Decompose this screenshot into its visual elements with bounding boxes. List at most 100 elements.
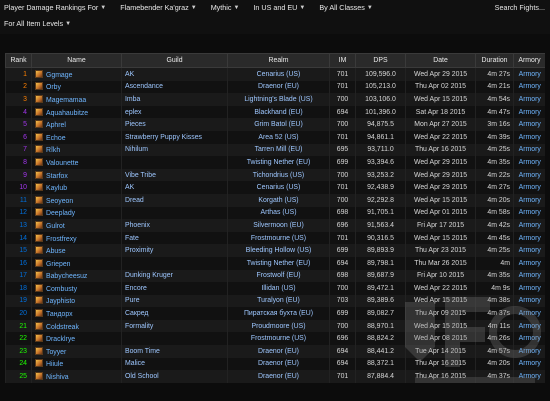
guild-link[interactable]: Proximity — [125, 247, 153, 254]
player-name-link[interactable]: Ggmage — [46, 72, 72, 79]
guild-link[interactable]: Сакред — [125, 310, 148, 317]
realm-link[interactable]: Frostmourne (US) — [251, 235, 306, 242]
header-im[interactable]: IM — [329, 53, 356, 68]
realm-link[interactable]: Frostmourne (US) — [251, 335, 306, 342]
armory-link[interactable]: Armory — [519, 272, 541, 279]
armory-link[interactable]: Armory — [519, 121, 541, 128]
realm-link[interactable]: Draenor (EU) — [258, 373, 299, 380]
player-name-link[interactable]: Rîkh — [46, 147, 60, 154]
realm-link[interactable]: Draenor (EU) — [258, 360, 299, 367]
header-duration[interactable]: Duration — [475, 53, 514, 68]
armory-link[interactable]: Armory — [519, 159, 541, 166]
header-name[interactable]: Name — [31, 53, 122, 68]
player-name-link[interactable]: Aphrel — [46, 122, 66, 129]
armory-link[interactable]: Armory — [519, 109, 541, 116]
filter-item-levels[interactable]: For All Item Levels ▼ — [4, 19, 71, 28]
player-name-link[interactable]: Aquahaubitze — [46, 110, 88, 117]
realm-link[interactable]: Lightning's Blade (US) — [244, 96, 312, 103]
guild-link[interactable]: AK — [125, 184, 134, 191]
realm-link[interactable]: Blackhand (EU) — [254, 109, 302, 116]
realm-link[interactable]: Draenor (EU) — [258, 83, 299, 90]
header-guild[interactable]: Guild — [121, 53, 228, 68]
player-name-link[interactable]: Griepen — [46, 261, 71, 268]
realm-link[interactable]: Cenarius (US) — [257, 184, 301, 191]
player-name-link[interactable]: Orby — [46, 84, 61, 91]
realm-link[interactable]: Twisting Nether (EU) — [247, 159, 311, 166]
guild-link[interactable]: Old School — [125, 373, 159, 380]
armory-link[interactable]: Armory — [519, 335, 541, 342]
realm-link[interactable]: Draenor (EU) — [258, 348, 299, 355]
armory-link[interactable]: Armory — [519, 285, 541, 292]
guild-link[interactable]: Nihilum — [125, 146, 148, 153]
guild-link[interactable]: Formality — [125, 323, 153, 330]
player-name-link[interactable]: Seoyeon — [46, 198, 73, 205]
filter-region[interactable]: In US and EU ▼ — [253, 3, 305, 12]
player-name-link[interactable]: Coldstreak — [46, 324, 79, 331]
guild-link[interactable]: Boom Time — [125, 348, 160, 355]
guild-link[interactable]: Imba — [125, 96, 140, 103]
realm-link[interactable]: Frostwolf (EU) — [256, 272, 300, 279]
realm-link[interactable]: Korgath (US) — [258, 197, 298, 204]
realm-link[interactable]: Arthas (US) — [261, 209, 297, 216]
realm-link[interactable]: Пиратская бухта (EU) — [244, 310, 313, 317]
guild-link[interactable]: Ascendance — [125, 83, 163, 90]
header-rank[interactable]: Rank — [5, 53, 32, 68]
armory-link[interactable]: Armory — [519, 297, 541, 304]
player-name-link[interactable]: Abuse — [46, 248, 66, 255]
armory-link[interactable]: Armory — [519, 260, 541, 267]
guild-link[interactable]: Fate — [125, 235, 139, 242]
guild-link[interactable]: Vibe Tribe — [125, 172, 156, 179]
armory-link[interactable]: Armory — [519, 96, 541, 103]
realm-link[interactable]: Silvermoon (EU) — [253, 222, 304, 229]
armory-link[interactable]: Armory — [519, 247, 541, 254]
guild-link[interactable]: Phoenix — [125, 222, 150, 229]
search-fights-link[interactable]: Search Fights... — [495, 3, 545, 12]
realm-link[interactable]: Area 52 (US) — [258, 134, 298, 141]
armory-link[interactable]: Armory — [519, 172, 541, 179]
guild-link[interactable]: Dunking Kruger — [125, 272, 173, 279]
realm-link[interactable]: Twisting Nether (EU) — [247, 260, 311, 267]
player-name-link[interactable]: Gulrot — [46, 223, 65, 230]
player-name-link[interactable]: Magemamaa — [46, 97, 86, 104]
header-armory[interactable]: Armory — [513, 53, 545, 68]
guild-link[interactable]: Encore — [125, 285, 147, 292]
realm-link[interactable]: Cenarius (US) — [257, 71, 301, 78]
player-name-link[interactable]: Combusty — [46, 286, 77, 293]
header-realm[interactable]: Realm — [227, 53, 330, 68]
armory-link[interactable]: Armory — [519, 83, 541, 90]
armory-link[interactable]: Armory — [519, 348, 541, 355]
realm-link[interactable]: Illidan (US) — [261, 285, 295, 292]
realm-link[interactable]: Bleeding Hollow (US) — [246, 247, 312, 254]
armory-link[interactable]: Armory — [519, 71, 541, 78]
player-name-link[interactable]: Dracklrye — [46, 336, 75, 343]
guild-link[interactable]: Dread — [125, 197, 144, 204]
guild-link[interactable]: AK — [125, 71, 134, 78]
player-name-link[interactable]: Jayphisto — [46, 298, 75, 305]
guild-link[interactable]: Pieces — [125, 121, 146, 128]
guild-link[interactable]: Pure — [125, 297, 140, 304]
armory-link[interactable]: Armory — [519, 235, 541, 242]
armory-link[interactable]: Armory — [519, 373, 541, 380]
player-name-link[interactable]: Starfox — [46, 173, 68, 180]
armory-link[interactable]: Armory — [519, 146, 541, 153]
armory-link[interactable]: Armory — [519, 310, 541, 317]
realm-link[interactable]: Tichondrius (US) — [253, 172, 304, 179]
armory-link[interactable]: Armory — [519, 360, 541, 367]
player-name-link[interactable]: Deeplady — [46, 210, 75, 217]
filter-difficulty[interactable]: Mythic ▼ — [211, 3, 240, 12]
guild-link[interactable]: Malice — [125, 360, 145, 367]
player-name-link[interactable]: Nishiva — [46, 374, 69, 381]
filter-rankings-type[interactable]: Player Damage Rankings For ▼ — [4, 3, 106, 12]
armory-link[interactable]: Armory — [519, 222, 541, 229]
player-name-link[interactable]: Toyyer — [46, 349, 66, 356]
realm-link[interactable]: Proudmoore (US) — [252, 323, 306, 330]
armory-link[interactable]: Armory — [519, 197, 541, 204]
player-name-link[interactable]: Hiiule — [46, 361, 63, 368]
armory-link[interactable]: Armory — [519, 323, 541, 330]
realm-link[interactable]: Grim Batol (EU) — [254, 121, 303, 128]
player-name-link[interactable]: Babycheesuz — [46, 273, 87, 280]
player-name-link[interactable]: Echoe — [46, 135, 66, 142]
header-dps[interactable]: DPS — [355, 53, 406, 68]
guild-link[interactable]: Strawberry Puppy Kisses — [125, 134, 202, 141]
guild-link[interactable]: eplex — [125, 109, 141, 116]
